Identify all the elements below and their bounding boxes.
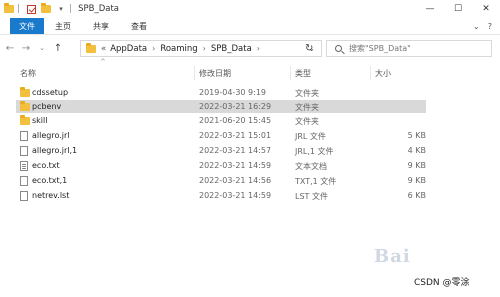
- file-name: netrev.lst: [32, 190, 70, 200]
- search-icon: [335, 45, 342, 52]
- file-date: 2022-03-21 14:59: [199, 160, 272, 170]
- minimize-button[interactable]: —: [416, 0, 444, 18]
- tab-file[interactable]: 文件: [10, 18, 44, 34]
- file-name: pcbenv: [32, 101, 62, 111]
- column-header-name[interactable]: 名称: [20, 68, 36, 79]
- file-row[interactable]: pcbenv 2022-03-21 16:29 文件夹: [16, 100, 426, 113]
- file-type: LST 文件: [295, 191, 328, 201]
- column-header-type[interactable]: 类型: [295, 68, 311, 79]
- file-row[interactable]: allegro.jrl 2022-03-21 15:01 JRL 文件 5 KB: [16, 129, 426, 142]
- file-name: eco.txt: [32, 160, 60, 170]
- file-row[interactable]: eco.txt 2022-03-21 14:59 文本文档 9 KB: [16, 159, 426, 172]
- sort-up-icon: ^: [100, 58, 106, 66]
- expand-ribbon-icon[interactable]: ⌄: [473, 22, 480, 31]
- back-arrow-icon[interactable]: ←: [4, 43, 16, 54]
- title-separator: |: [69, 4, 73, 14]
- file-name: cdssetup: [32, 87, 69, 97]
- file-date: 2019-04-30 9:19: [199, 87, 266, 97]
- file-icon: [20, 176, 28, 186]
- file-type: TXT,1 文件: [295, 176, 337, 186]
- file-type: 文件夹: [295, 116, 319, 126]
- file-size: 9 KB: [407, 160, 426, 170]
- file-date: 2022-03-21 16:29: [199, 101, 272, 111]
- refresh-icon[interactable]: ↻: [305, 43, 313, 54]
- help-icon[interactable]: ?: [488, 22, 492, 31]
- csdn-credit: CSDN @零涂: [414, 278, 470, 288]
- file-name: eco.txt,1: [32, 175, 68, 185]
- quick-access-separator: |: [17, 4, 21, 14]
- file-date: 2022-03-21 14:59: [199, 190, 272, 200]
- breadcrumb-overflow[interactable]: «: [101, 44, 106, 54]
- file-date: 2022-03-21 15:01: [199, 130, 272, 140]
- chevron-down-icon[interactable]: ▾: [55, 3, 67, 15]
- tab-share[interactable]: 共享: [82, 18, 120, 34]
- tab-home[interactable]: 主页: [44, 18, 82, 34]
- file-type: 文件夹: [295, 102, 319, 112]
- file-size: 6 KB: [407, 190, 426, 200]
- file-row[interactable]: cdssetup 2019-04-30 9:19 文件夹: [16, 86, 426, 99]
- tab-view[interactable]: 查看: [120, 18, 158, 34]
- file-name: skill: [32, 115, 48, 125]
- file-icon: [20, 191, 28, 201]
- folder-icon: [20, 115, 30, 125]
- file-icon: [20, 146, 28, 156]
- search-placeholder: 搜索"SPB_Data": [349, 44, 411, 53]
- window-title: SPB_Data: [78, 4, 119, 14]
- column-headers: 名称 修改日期 类型 大小: [0, 66, 500, 80]
- file-row[interactable]: skill 2021-06-20 15:45 文件夹: [16, 114, 426, 127]
- column-divider[interactable]: [290, 66, 291, 80]
- file-type: 文件夹: [295, 88, 319, 98]
- file-size: 5 KB: [407, 130, 426, 140]
- breadcrumb-separator-icon[interactable]: ›: [257, 44, 260, 53]
- column-divider[interactable]: [370, 66, 371, 80]
- baidu-watermark-logo: Bai: [374, 246, 411, 267]
- maximize-button[interactable]: ☐: [444, 0, 472, 18]
- search-input[interactable]: 搜索"SPB_Data": [326, 40, 492, 57]
- column-header-date[interactable]: 修改日期: [199, 68, 231, 79]
- close-button[interactable]: ✕: [472, 0, 500, 18]
- file-date: 2022-03-21 14:56: [199, 175, 272, 185]
- breadcrumb-roaming[interactable]: Roaming: [160, 44, 197, 54]
- file-row[interactable]: eco.txt,1 2022-03-21 14:56 TXT,1 文件 9 KB: [16, 174, 426, 187]
- new-folder-icon[interactable]: [40, 3, 52, 15]
- file-icon: [20, 131, 28, 141]
- breadcrumb-appdata[interactable]: AppData: [110, 44, 147, 54]
- recent-locations-chevron-icon[interactable]: ⌄: [36, 44, 48, 52]
- file-name: allegro.jrl,1: [32, 145, 78, 155]
- file-type: 文本文档: [295, 161, 327, 171]
- forward-arrow-icon[interactable]: →: [20, 43, 32, 54]
- folder-icon: [20, 101, 30, 111]
- file-date: 2022-03-21 14:57: [199, 145, 272, 155]
- up-arrow-icon[interactable]: ↑: [52, 43, 64, 54]
- text-file-icon: [20, 161, 28, 171]
- breadcrumb-spb-data[interactable]: SPB_Data: [211, 44, 252, 54]
- address-bar[interactable]: « AppData › Roaming › SPB_Data › ⌄: [80, 40, 322, 57]
- title-bar: | ▾ | SPB_Data — ☐ ✕: [0, 0, 500, 18]
- breadcrumb-separator-icon[interactable]: ›: [203, 44, 206, 53]
- breadcrumb-separator-icon[interactable]: ›: [152, 44, 155, 53]
- file-date: 2021-06-20 15:45: [199, 115, 272, 125]
- file-type: JRL,1 文件: [295, 146, 334, 156]
- navigation-bar: ← → ⌄ ↑ « AppData › Roaming › SPB_Data ›…: [0, 36, 500, 60]
- folder-icon: [20, 87, 30, 97]
- file-size: 9 KB: [407, 175, 426, 185]
- file-row[interactable]: netrev.lst 2022-03-21 14:59 LST 文件 6 KB: [16, 189, 426, 202]
- file-name: allegro.jrl: [32, 130, 70, 140]
- column-divider[interactable]: [194, 66, 195, 80]
- ribbon-tabs: 文件 主页 共享 查看 ⌄ ?: [0, 18, 500, 35]
- file-size: 4 KB: [407, 145, 426, 155]
- file-type: JRL 文件: [295, 131, 326, 141]
- properties-check-icon[interactable]: [25, 3, 37, 15]
- column-header-size[interactable]: 大小: [375, 68, 391, 79]
- file-row[interactable]: allegro.jrl,1 2022-03-21 14:57 JRL,1 文件 …: [16, 144, 426, 157]
- folder-icon: [85, 42, 97, 55]
- folder-icon: [3, 3, 15, 15]
